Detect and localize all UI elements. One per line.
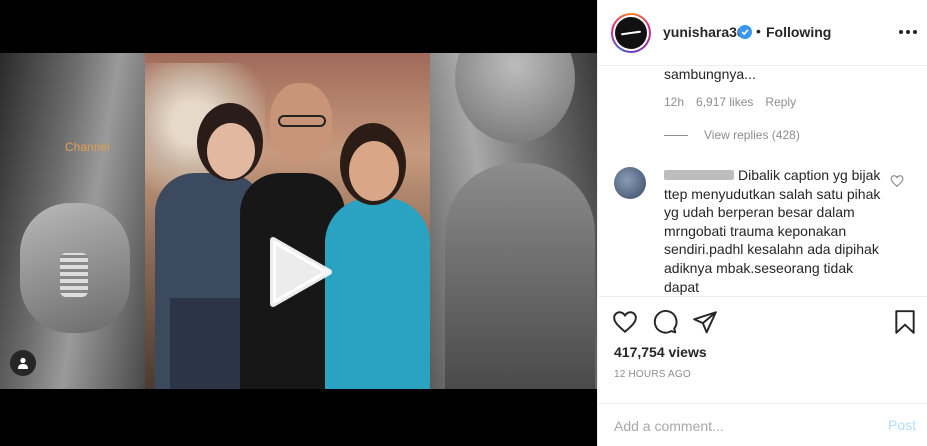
username-link[interactable]: yunishara36: [663, 24, 745, 40]
verified-badge-icon: [738, 25, 752, 39]
separator-dot: •: [756, 23, 761, 39]
comment-likes[interactable]: 6,917 likes: [696, 95, 753, 109]
heart-icon[interactable]: [890, 174, 904, 188]
user-icon[interactable]: [10, 350, 36, 376]
heart-icon[interactable]: [612, 309, 638, 335]
video-frame[interactable]: Channel: [0, 53, 597, 389]
video-blurred-left: [0, 53, 160, 389]
avatar[interactable]: [611, 13, 651, 53]
more-options-icon[interactable]: [898, 22, 918, 42]
play-icon[interactable]: [265, 236, 333, 308]
reply-button[interactable]: Reply: [765, 95, 796, 109]
view-replies-label: View replies (428): [704, 128, 800, 142]
post-button[interactable]: Post: [888, 417, 916, 433]
view-count[interactable]: 417,754 views: [614, 344, 707, 360]
bookmark-icon[interactable]: [892, 309, 918, 335]
post-side-panel: yunishara36 • Following sambungnya... 12…: [597, 0, 927, 446]
comment-age[interactable]: 12h: [664, 95, 684, 109]
following-button[interactable]: Following: [766, 24, 831, 40]
post-actions: 417,754 views 12 HOURS AGO Post: [598, 296, 927, 446]
post-media[interactable]: Channel: [0, 0, 597, 446]
view-replies-button[interactable]: View replies (428): [664, 128, 800, 142]
comment-input[interactable]: [614, 414, 874, 438]
post-timestamp[interactable]: 12 HOURS AGO: [614, 369, 691, 380]
share-icon[interactable]: [692, 309, 718, 335]
channel-watermark: Channel: [65, 140, 110, 154]
comment-form: Post: [598, 403, 927, 446]
video-blurred-right: [425, 53, 597, 389]
comment-text: Dibalik caption yg bijak ttep menyudutka…: [664, 167, 885, 295]
video-photo: [145, 53, 430, 389]
comment-text: sambungnya...: [664, 67, 756, 82]
comments-list[interactable]: sambungnya... 12h 6,917 likes Reply View…: [598, 67, 927, 296]
commenter-avatar[interactable]: [614, 167, 646, 199]
comment-meta: 12h 6,917 likes Reply: [664, 95, 796, 109]
post-header: yunishara36 • Following: [598, 0, 927, 66]
comment-icon[interactable]: [652, 309, 678, 335]
